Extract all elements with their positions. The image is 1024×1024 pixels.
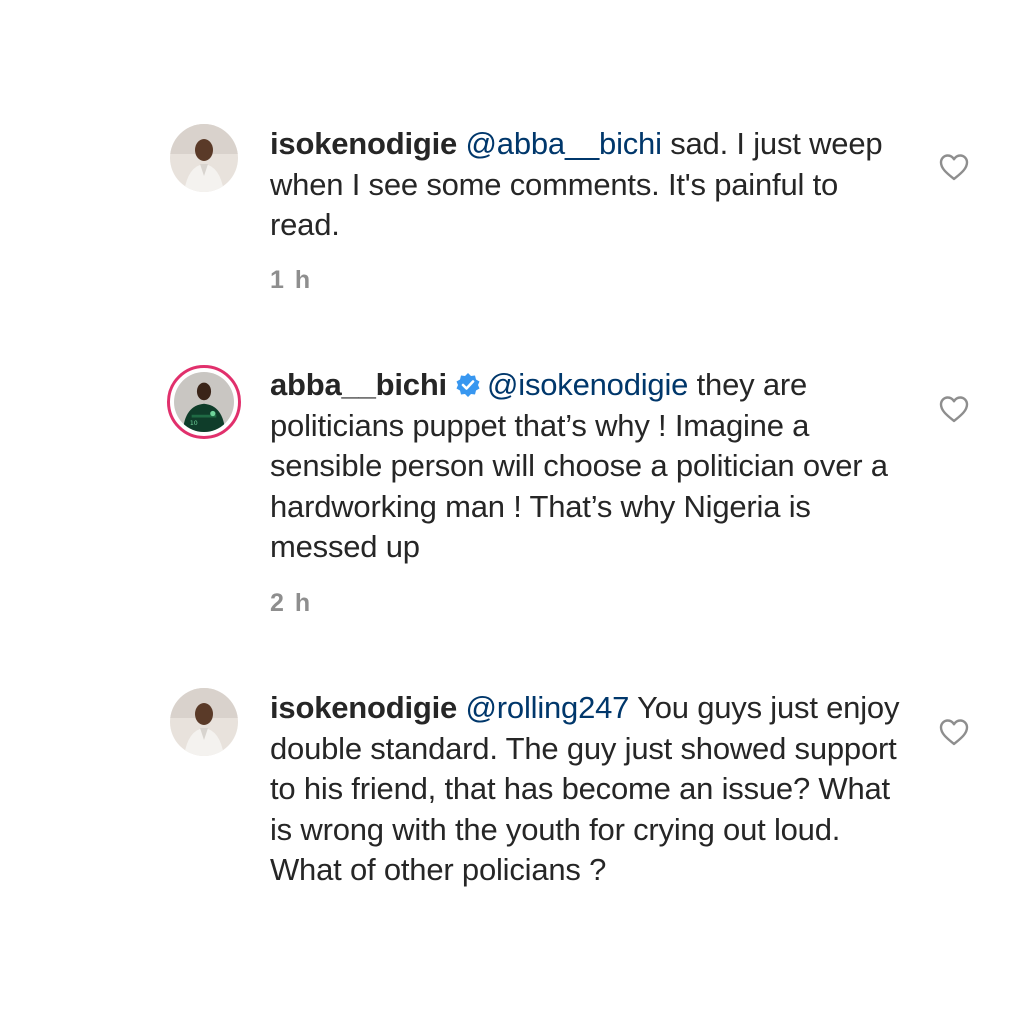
comment-mention[interactable]: @rolling247 [466, 690, 630, 725]
comment-timestamp: 1 h [270, 266, 313, 294]
avatar[interactable] [170, 124, 238, 192]
comment-mention[interactable]: @abba__bichi [466, 126, 662, 161]
comment-text: isokenodigie @rolling247 You guys just e… [270, 688, 900, 891]
avatar[interactable] [170, 688, 238, 756]
heart-outline-icon [939, 154, 969, 181]
like-button[interactable] [938, 394, 970, 424]
heart-outline-icon [939, 719, 969, 746]
verified-badge-icon [456, 373, 480, 397]
comment-username[interactable]: isokenodigie [270, 690, 457, 725]
comment-username[interactable]: isokenodigie [270, 126, 457, 161]
heart-outline-icon [939, 396, 969, 423]
comment-mention[interactable]: @isokenodigie [487, 367, 688, 402]
comment-timestamp: 2 h [270, 589, 313, 617]
svg-text:10: 10 [190, 420, 198, 427]
comment-username[interactable]: abba__bichi [270, 367, 447, 402]
comment-text: isokenodigie @abba__bichi sad. I just we… [270, 124, 900, 246]
like-button[interactable] [938, 717, 970, 747]
comment-text: abba__bichi @isokenodigie they are polit… [270, 365, 900, 568]
avatar[interactable]: 10 [167, 365, 241, 439]
like-button[interactable] [938, 152, 970, 182]
